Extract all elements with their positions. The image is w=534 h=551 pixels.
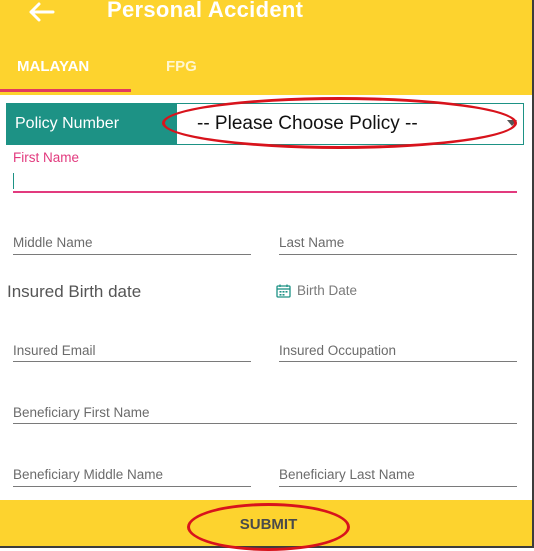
beneficiary-last-name-input[interactable]: [279, 464, 517, 486]
beneficiary-first-name-underline: [13, 423, 517, 424]
beneficiary-first-name-input[interactable]: [13, 402, 517, 424]
last-name-input[interactable]: [279, 232, 517, 254]
last-name-underline: [279, 254, 517, 255]
birth-date-label: Birth Date: [297, 283, 358, 298]
policy-select-value: -- Please Choose Policy --: [197, 113, 418, 134]
policy-select[interactable]: -- Please Choose Policy --: [177, 104, 523, 144]
calendar-icon: [276, 284, 291, 299]
insured-email-underline: [13, 361, 251, 362]
beneficiary-last-name-underline: [279, 486, 517, 487]
back-button[interactable]: [26, 0, 60, 26]
tab-fpg[interactable]: FPG: [166, 58, 197, 75]
middle-name-underline: [13, 254, 251, 255]
first-name-input[interactable]: [13, 168, 517, 190]
policy-number-label: Policy Number: [7, 104, 177, 144]
first-name-label: First Name: [13, 150, 80, 165]
first-name-underline: [13, 191, 517, 193]
tab-malayan[interactable]: MALAYAN: [17, 58, 89, 75]
policy-number-row: Policy Number -- Please Choose Policy --: [6, 103, 524, 145]
submit-button[interactable]: SUBMIT: [187, 503, 350, 547]
middle-name-input[interactable]: [13, 232, 251, 254]
beneficiary-middle-name-input[interactable]: [13, 464, 251, 486]
insured-birth-date-label: Insured Birth date: [7, 282, 142, 301]
arrow-left-icon: [29, 2, 55, 22]
insured-email-input[interactable]: [13, 340, 251, 362]
insured-occupation-underline: [279, 361, 517, 362]
text-cursor: [13, 173, 14, 189]
active-tab-indicator: [0, 89, 131, 92]
page-title: Personal Accident: [107, 0, 304, 22]
insured-occupation-input[interactable]: [279, 340, 517, 362]
chevron-down-icon: [507, 120, 517, 126]
beneficiary-middle-name-underline: [13, 486, 251, 487]
birth-date-picker[interactable]: Birth Date: [276, 283, 357, 303]
